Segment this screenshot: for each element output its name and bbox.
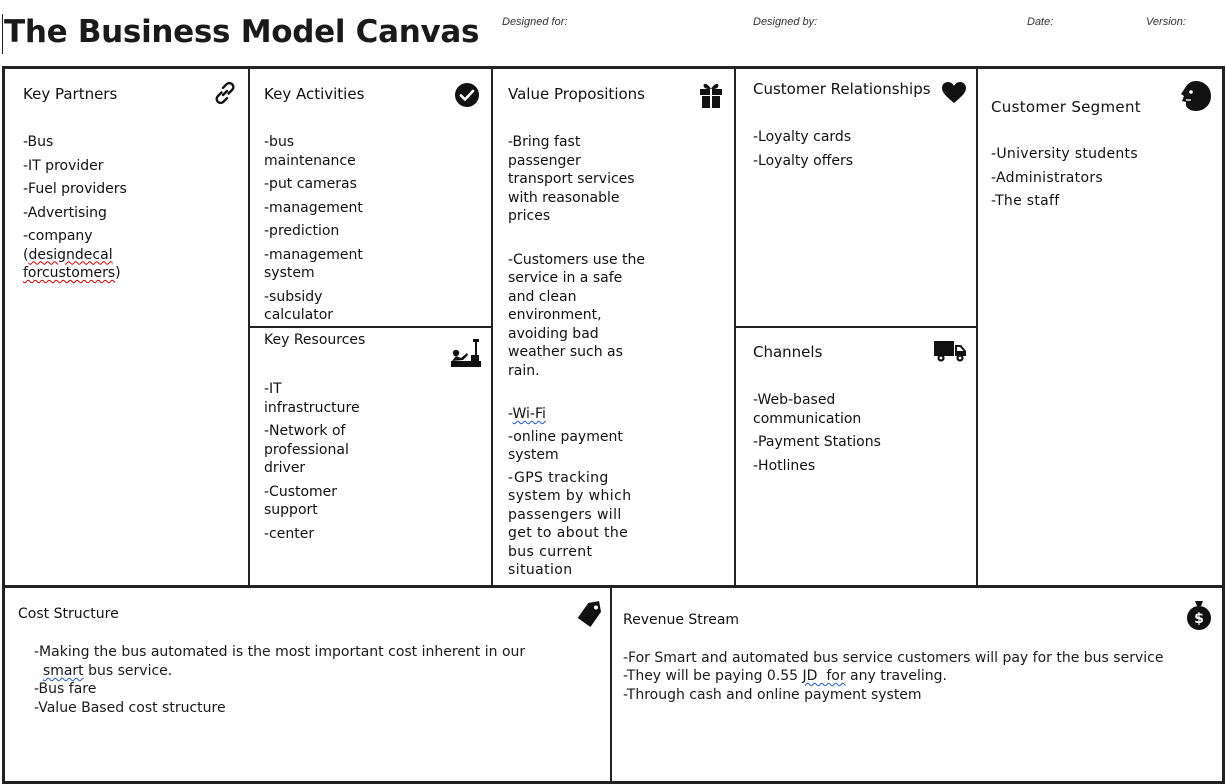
- face-icon: [1181, 81, 1211, 111]
- date-label: Date:: [1027, 16, 1054, 28]
- customer-relationships-list: -Loyalty cards -Loyalty offers: [753, 128, 953, 175]
- list-item: -management system: [264, 246, 363, 282]
- list-item: -Bus: [23, 134, 54, 150]
- cost-structure-line: -Value Based cost structure: [34, 700, 226, 716]
- canvas-left-border: [2, 66, 5, 784]
- list-item: -Administrators: [991, 169, 1103, 186]
- key-activities-title: Key Activities: [264, 85, 365, 103]
- list-item: -Payment Stations: [753, 434, 881, 450]
- flagged-word: JD for: [802, 668, 846, 684]
- version-label: Version:: [1146, 16, 1186, 28]
- list-item: -center: [264, 525, 315, 542]
- key-resources-list: -IT infrastructure -Network of professio…: [264, 380, 369, 548]
- line-text: [34, 663, 43, 679]
- list-item: -Loyalty offers: [753, 152, 854, 169]
- list-item: -Customers use the service in a safe and…: [508, 251, 646, 379]
- revenue-stream-line: -They will be paying 0.55 JD for any tra…: [623, 667, 947, 686]
- misspelled-word: designdecal: [28, 246, 113, 263]
- revenue-stream-line: -Through cash and online payment system: [623, 687, 922, 703]
- misspelled-word: forcustomers: [23, 265, 116, 281]
- line-text: any traveling.: [845, 668, 947, 684]
- line-text: bus service.: [83, 663, 173, 679]
- list-item: -subsidy calculator: [264, 288, 334, 324]
- flagged-word: Wi-Fi: [512, 406, 546, 422]
- checkmark-icon: [455, 83, 479, 107]
- cost-structure-line: smart bus service.: [34, 662, 172, 681]
- list-item: -Advertising: [23, 204, 107, 221]
- cost-structure-title: Cost Structure: [18, 606, 119, 622]
- list-item: -IT infrastructure: [264, 381, 360, 416]
- list-item: -The staff: [991, 193, 1060, 209]
- list-item: -Web-based communication: [753, 392, 862, 427]
- key-partners-list: -Bus -IT provider -Fuel providers -Adver…: [23, 133, 133, 288]
- svg-text:$: $: [1194, 611, 1204, 627]
- divider-h-bottom-right: [1178, 585, 1225, 588]
- customer-relationships-title: Customer Relationships: [753, 80, 931, 98]
- flagged-word: smart: [42, 663, 84, 679]
- revenue-stream-title: Revenue Stream: [623, 612, 740, 628]
- revenue-stream-line: -For Smart and automated bus service cus…: [623, 650, 1164, 666]
- cost-structure-line: -Making the bus automated is the most im…: [34, 644, 526, 660]
- key-activities-list: -bus maintenance -put cameras -managemen…: [264, 133, 374, 330]
- channels-title: Channels: [753, 343, 823, 361]
- canvas-top-border: [2, 66, 1224, 69]
- divider-v-bottom: [610, 586, 612, 784]
- link-icon: [215, 81, 235, 105]
- list-item: -Fuel providers: [23, 181, 127, 197]
- factory-icon: [451, 339, 481, 367]
- list-item: -IT provider: [23, 157, 104, 174]
- key-resources-title: Key Resources: [264, 332, 366, 348]
- paren: ): [115, 265, 121, 281]
- text-cursor: [2, 14, 3, 54]
- list-item: -Hotlines: [753, 457, 816, 474]
- cost-structure-line: -Bus fare: [34, 681, 97, 697]
- canvas-right-border: [1222, 66, 1225, 784]
- page-title: The Business Model Canvas: [4, 14, 480, 50]
- list-item: -University students: [991, 146, 1138, 162]
- divider-h-bottom: [2, 585, 1178, 588]
- list-item: -Bring fast passenger transport services…: [508, 134, 635, 224]
- list-item: -Customer support: [264, 483, 338, 519]
- list-item: -bus maintenance: [264, 134, 356, 169]
- heart-icon: [942, 82, 966, 103]
- list-item: -Loyalty cards: [753, 129, 852, 145]
- list-item: -Network of professional driver: [264, 423, 349, 476]
- designed-by-label: Designed by:: [753, 16, 818, 28]
- list-item: -put cameras: [264, 176, 357, 192]
- gift-icon: [700, 83, 722, 108]
- customer-segment-list: -University students -Administrators -Th…: [991, 145, 1211, 216]
- customer-segment-title: Customer Segment: [991, 98, 1141, 116]
- truck-icon: [934, 341, 966, 362]
- list-item: -company (designdecal forcustomers): [23, 227, 133, 283]
- list-item: -online payment system: [508, 428, 623, 464]
- price-tag-icon: [577, 601, 601, 627]
- list-item: -prediction: [264, 223, 340, 239]
- list-item: -GPS tracking system by which passengers…: [508, 469, 632, 579]
- money-bag-icon: $: [1187, 601, 1211, 630]
- key-partners-title: Key Partners: [23, 85, 118, 103]
- list-item: -Wi-Fi: [508, 405, 648, 424]
- value-propositions-list: -Bring fast passenger transport services…: [508, 133, 648, 584]
- line-text: -They will be paying 0.55: [623, 668, 803, 684]
- channels-list: -Web-based communication -Payment Statio…: [753, 391, 953, 480]
- divider-h-relationships: [734, 326, 978, 328]
- list-item-text: -company: [23, 228, 93, 244]
- designed-for-label: Designed for:: [502, 16, 568, 28]
- list-item: -management: [264, 199, 363, 216]
- value-propositions-title: Value Propositions: [508, 85, 645, 103]
